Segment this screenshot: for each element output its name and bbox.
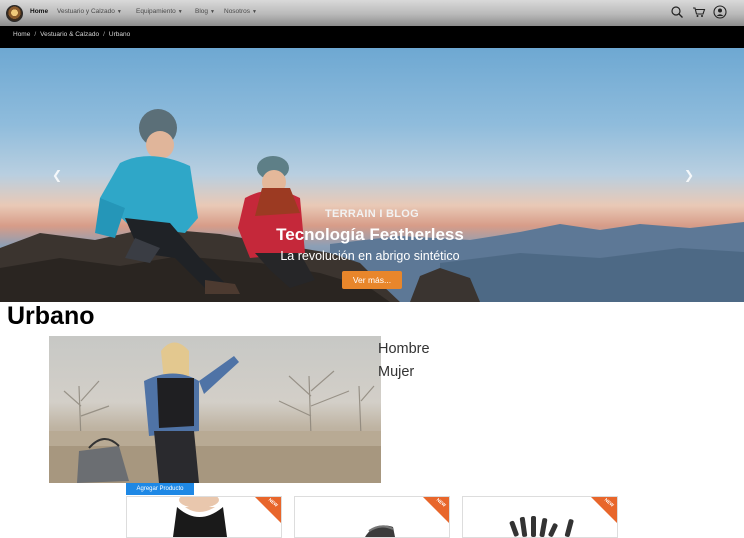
- hero-title: Tecnología Featherless: [276, 225, 464, 244]
- nav-home[interactable]: Home: [30, 8, 48, 15]
- breadcrumb-vestuario-calzado[interactable]: Vestuario & Calzado: [40, 31, 99, 38]
- chevron-down-icon: ▼: [177, 9, 183, 15]
- brand-logo-icon[interactable]: [6, 5, 23, 22]
- chevron-left-icon[interactable]: ❮: [52, 168, 62, 182]
- nav-blog[interactable]: Blog ▼: [195, 8, 215, 15]
- chevron-down-icon: ▼: [252, 9, 257, 15]
- hero-background-image: [0, 109, 744, 302]
- add-product-button[interactable]: Agregar Producto: [126, 483, 194, 495]
- breadcrumb: Home / Vestuario & Calzado / Urbano: [13, 31, 131, 38]
- breadcrumb-bar: Home / Vestuario & Calzado / Urbano: [0, 26, 744, 48]
- nav-vestuario-calzado[interactable]: Vestuario y Calzado ▼: [57, 8, 122, 15]
- hero-read-more-button[interactable]: Ver más...: [342, 271, 402, 289]
- breadcrumb-current: Urbano: [108, 31, 131, 38]
- chevron-right-icon[interactable]: ❯: [684, 168, 694, 182]
- chevron-down-icon: ▼: [116, 9, 122, 15]
- nav-equipamiento[interactable]: Equipamiento ▼: [136, 8, 183, 15]
- subcategory-link-hombre[interactable]: Hombre: [378, 341, 430, 357]
- hero-kicker: TERRAIN I BLOG: [324, 208, 420, 220]
- chevron-down-icon: ▼: [210, 9, 215, 15]
- cart-icon[interactable]: [692, 5, 706, 19]
- user-account-icon[interactable]: [713, 5, 727, 19]
- category-title: Urbano: [7, 302, 95, 330]
- category-banner-image: [49, 336, 381, 483]
- nav-nosotros[interactable]: Nosotros ▼: [224, 8, 257, 15]
- hero-carousel: ❮ ❯ TERRAIN I BLOG Tecnología Featherles…: [0, 48, 744, 302]
- search-icon[interactable]: [670, 5, 684, 19]
- subcategory-link-mujer[interactable]: Mujer: [378, 364, 414, 380]
- breadcrumb-home[interactable]: Home: [13, 31, 30, 38]
- top-navbar: Home Vestuario y Calzado ▼ Equipamiento ▼ …: [0, 0, 744, 26]
- hero-subtitle: La revolución en abrigo sintético: [280, 249, 460, 263]
